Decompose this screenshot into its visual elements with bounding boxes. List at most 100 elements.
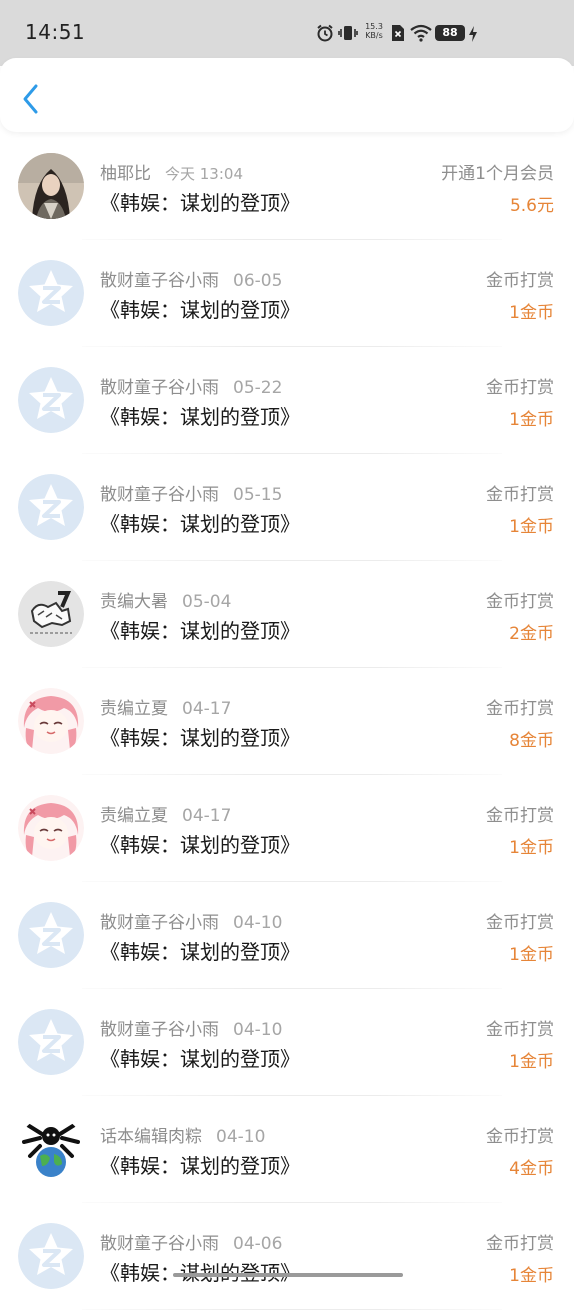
record-type: 开通1个月会员 — [441, 164, 554, 184]
back-button[interactable] — [14, 80, 48, 118]
record-row[interactable]: 责编立夏 04-17 《韩娱：谋划的登顶》 金币打赏 8金币 — [0, 668, 574, 775]
status-icons: 15.3 KB/s 88 — [314, 0, 574, 66]
record-row[interactable]: 散财童子谷小雨 06-05 《韩娱：谋划的登顶》 金币打赏 1金币 — [0, 240, 574, 347]
sender-line: 责编立夏 04-17 — [100, 801, 231, 826]
sender-line: 责编立夏 04-17 — [100, 694, 231, 719]
record-row[interactable]: 责编大暑 05-04 《韩娱：谋划的登顶》 金币打赏 2金币 — [0, 561, 574, 668]
record-amount: 5.6元 — [509, 196, 554, 216]
record-date: 05-04 — [182, 592, 232, 612]
record-date: 04-17 — [182, 699, 232, 719]
record-amount: 1金币 — [509, 1266, 554, 1286]
sender-name: 话本编辑肉粽 — [100, 1127, 202, 1147]
default-star-avatar[interactable] — [18, 1009, 84, 1075]
nav-bar — [0, 58, 574, 132]
default-star-avatar[interactable] — [18, 1223, 84, 1289]
record-type: 金币打赏 — [486, 699, 554, 719]
sender-name: 责编立夏 — [100, 699, 168, 719]
sender-line: 散财童子谷小雨 05-22 — [100, 373, 282, 398]
record-row[interactable]: 散财童子谷小雨 05-15 《韩娱：谋划的登顶》 金币打赏 1金币 — [0, 454, 574, 561]
record-type: 金币打赏 — [486, 1234, 554, 1254]
book-title: 《韩娱：谋划的登顶》 — [100, 298, 300, 322]
book-title: 《韩娱：谋划的登顶》 — [100, 1257, 300, 1286]
home-indicator — [173, 1273, 403, 1277]
record-row[interactable]: 散财童子谷小雨 04-10 《韩娱：谋划的登顶》 金币打赏 1金币 — [0, 882, 574, 989]
record-date: 06-05 — [233, 271, 283, 291]
record-amount: 8金币 — [509, 731, 554, 751]
sender-name: 散财童子谷小雨 — [100, 485, 219, 505]
sender-line: 散财童子谷小雨 04-10 — [100, 908, 282, 933]
book-title: 《韩娱：谋划的登顶》 — [100, 940, 300, 964]
sender-line: 散财童子谷小雨 04-06 — [100, 1229, 282, 1254]
book-title: 《韩娱：谋划的登顶》 — [100, 191, 300, 215]
sender-line: 散财童子谷小雨 06-05 — [100, 266, 282, 291]
record-date: 04-10 — [233, 1020, 283, 1040]
record-row[interactable]: 话本编辑肉粽 04-10 《韩娱：谋划的登顶》 金币打赏 4金币 — [0, 1096, 574, 1203]
vibrate-icon — [338, 26, 358, 40]
book-title: 《韩娱：谋划的登顶》 — [100, 405, 300, 429]
record-row[interactable]: 责编立夏 04-17 《韩娱：谋划的登顶》 金币打赏 1金币 — [0, 775, 574, 882]
sender-name: 责编立夏 — [100, 806, 168, 826]
record-date: 04-10 — [216, 1127, 266, 1147]
record-date: 今天 13:04 — [165, 165, 243, 183]
sim-disabled-icon — [392, 25, 404, 41]
book-title: 《韩娱：谋划的登顶》 — [100, 1047, 300, 1071]
default-star-avatar[interactable] — [18, 902, 84, 968]
sender-name: 散财童子谷小雨 — [100, 1234, 219, 1254]
record-date: 04-06 — [233, 1234, 283, 1254]
record-list: 柚耶比 今天 13:04 《韩娱：谋划的登顶》 开通1个月会员 5.6元 散财童子谷小雨 0… — [0, 133, 574, 1310]
record-type: 金币打赏 — [486, 592, 554, 612]
record-date: 05-22 — [233, 378, 283, 398]
sender-name: 散财童子谷小雨 — [100, 913, 219, 933]
default-star-avatar[interactable] — [18, 367, 84, 433]
record-amount: 1金币 — [509, 517, 554, 537]
alarm-icon — [317, 24, 333, 42]
anime-girl-avatar[interactable] — [18, 688, 84, 754]
record-amount: 1金币 — [509, 410, 554, 430]
record-type: 金币打赏 — [486, 378, 554, 398]
book-title: 《韩娱：谋划的登顶》 — [100, 1154, 300, 1178]
book-title: 《韩娱：谋划的登顶》 — [100, 833, 300, 857]
sender-name: 散财童子谷小雨 — [100, 378, 219, 398]
sketch-avatar[interactable] — [18, 581, 84, 647]
globe-avatar[interactable] — [18, 1116, 84, 1182]
sender-line: 责编大暑 05-04 — [100, 587, 231, 612]
record-type: 金币打赏 — [486, 271, 554, 291]
book-title: 《韩娱：谋划的登顶》 — [100, 512, 300, 536]
chevron-left-icon — [23, 84, 38, 114]
photo-avatar[interactable] — [18, 153, 84, 219]
record-row[interactable]: 柚耶比 今天 13:04 《韩娱：谋划的登顶》 开通1个月会员 5.6元 — [0, 133, 574, 240]
book-title: 《韩娱：谋划的登顶》 — [100, 619, 300, 643]
record-type: 金币打赏 — [486, 806, 554, 826]
network-speed: 15.3 KB/s — [362, 22, 386, 40]
speed-value: 15.3 — [365, 22, 383, 31]
speed-unit: KB/s — [365, 31, 383, 40]
default-star-avatar[interactable] — [18, 474, 84, 540]
status-time: 14:51 — [25, 20, 86, 44]
record-amount: 1金币 — [509, 303, 554, 323]
charging-icon — [469, 26, 477, 42]
record-row[interactable]: 散财童子谷小雨 04-10 《韩娱：谋划的登顶》 金币打赏 1金币 — [0, 989, 574, 1096]
sender-line: 柚耶比 今天 13:04 — [100, 159, 243, 184]
sender-line: 散财童子谷小雨 05-15 — [100, 480, 282, 505]
record-type: 金币打赏 — [486, 913, 554, 933]
status-bar: 14:51 15.3 KB/s 88 — [0, 0, 574, 66]
record-amount: 1金币 — [509, 1052, 554, 1072]
record-date: 04-10 — [233, 913, 283, 933]
record-amount: 4金币 — [509, 1159, 554, 1179]
default-star-avatar[interactable] — [18, 260, 84, 326]
record-type: 金币打赏 — [486, 1127, 554, 1147]
book-title: 《韩娱：谋划的登顶》 — [100, 726, 300, 750]
record-amount: 1金币 — [509, 838, 554, 858]
record-row[interactable]: 散财童子谷小雨 05-22 《韩娱：谋划的登顶》 金币打赏 1金币 — [0, 347, 574, 454]
sender-name: 责编大暑 — [100, 592, 168, 612]
record-amount: 1金币 — [509, 945, 554, 965]
record-amount: 2金币 — [509, 624, 554, 644]
sender-line: 散财童子谷小雨 04-10 — [100, 1015, 282, 1040]
sender-line: 话本编辑肉粽 04-10 — [100, 1122, 265, 1147]
sender-name: 散财童子谷小雨 — [100, 271, 219, 291]
wifi-icon — [410, 24, 432, 42]
record-row[interactable]: 散财童子谷小雨 04-06 《韩娱：谋划的登顶》 金币打赏 1金币 — [0, 1203, 574, 1310]
record-type: 金币打赏 — [486, 485, 554, 505]
anime-girl-avatar[interactable] — [18, 795, 84, 861]
sender-name: 散财童子谷小雨 — [100, 1020, 219, 1040]
